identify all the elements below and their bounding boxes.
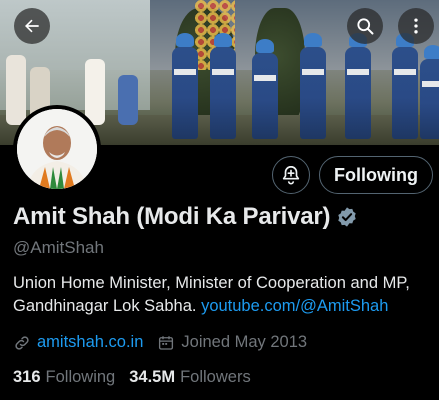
following-button[interactable]: Following — [319, 156, 433, 194]
notifications-button[interactable] — [272, 156, 310, 194]
profile-bio: Union Home Minister, Minister of Coopera… — [13, 272, 433, 318]
avatar[interactable] — [13, 105, 101, 193]
following-label: Following — [45, 368, 116, 386]
calendar-icon — [159, 335, 174, 350]
bio-link[interactable]: youtube.com/@AmitShah — [201, 297, 388, 315]
profile-stats: 316 Following 34.5M Followers — [13, 368, 251, 387]
banner-marcher — [300, 33, 326, 139]
avatar-portrait — [17, 109, 97, 189]
following-stat[interactable]: 316 Following — [13, 368, 115, 387]
banner-marcher — [172, 33, 198, 139]
more-button[interactable] — [398, 8, 434, 44]
banner-marcher — [345, 33, 371, 139]
banner-marcher — [420, 45, 439, 139]
website-link[interactable]: amitshah.co.in — [37, 333, 143, 352]
joined-date: Joined May 2013 — [181, 333, 308, 351]
arrow-left-icon — [25, 19, 39, 33]
followers-label: Followers — [180, 368, 251, 386]
link-icon — [15, 335, 29, 350]
banner-person — [6, 55, 26, 125]
profile-name-row: Amit Shah (Modi Ka Parivar) — [13, 203, 358, 231]
profile-name: Amit Shah (Modi Ka Parivar) — [13, 203, 331, 230]
back-button[interactable] — [14, 8, 50, 44]
followers-count: 34.5M — [129, 368, 176, 386]
banner-person — [118, 75, 138, 125]
following-count: 316 — [13, 368, 41, 386]
verified-badge-icon[interactable] — [336, 206, 358, 228]
bell-plus-icon — [282, 165, 300, 185]
profile-meta: amitshah.co.in Joined May 2013 — [13, 333, 307, 352]
followers-stat[interactable]: 34.5M Followers — [129, 368, 250, 387]
banner-person — [85, 59, 105, 125]
search-icon — [357, 18, 374, 35]
banner-marcher — [210, 33, 236, 139]
banner-marcher — [392, 33, 418, 139]
banner-marcher — [252, 39, 278, 139]
profile-handle: @AmitShah — [13, 238, 104, 257]
search-button[interactable] — [347, 8, 383, 44]
more-vertical-icon — [414, 18, 418, 34]
